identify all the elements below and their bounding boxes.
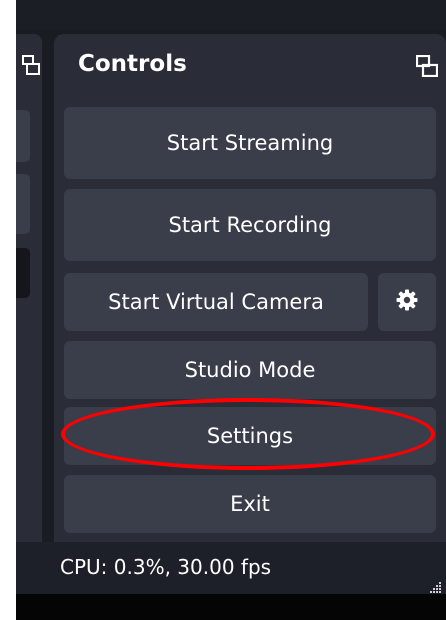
left-dock-item[interactable] [16,248,30,298]
start-recording-button[interactable]: Start Recording [64,189,436,261]
settings-button[interactable]: Settings [64,407,436,465]
obs-window: Controls Start Streaming Start Recording… [16,0,446,594]
start-streaming-button[interactable]: Start Streaming [64,107,436,179]
resize-grip-icon[interactable] [430,578,442,593]
left-dock-item[interactable] [16,174,30,234]
left-dock-item[interactable] [16,110,30,162]
gear-icon [395,288,419,317]
virtual-camera-settings-button[interactable] [378,273,436,331]
controls-dock: Controls Start Streaming Start Recording… [54,34,446,542]
left-dock-partial [16,34,42,542]
studio-mode-button[interactable]: Studio Mode [64,341,436,399]
dock-title: Controls [78,51,187,77]
exit-button[interactable]: Exit [64,475,436,533]
status-bar: CPU: 0.3%, 30.00 fps [16,542,446,594]
start-virtual-camera-button[interactable]: Start Virtual Camera [64,273,368,331]
top-bar [16,0,446,30]
undock-icon[interactable] [22,55,40,79]
undock-icon[interactable] [415,54,439,81]
cpu-fps-status: CPU: 0.3%, 30.00 fps [60,555,272,579]
bottom-edge [16,594,446,620]
